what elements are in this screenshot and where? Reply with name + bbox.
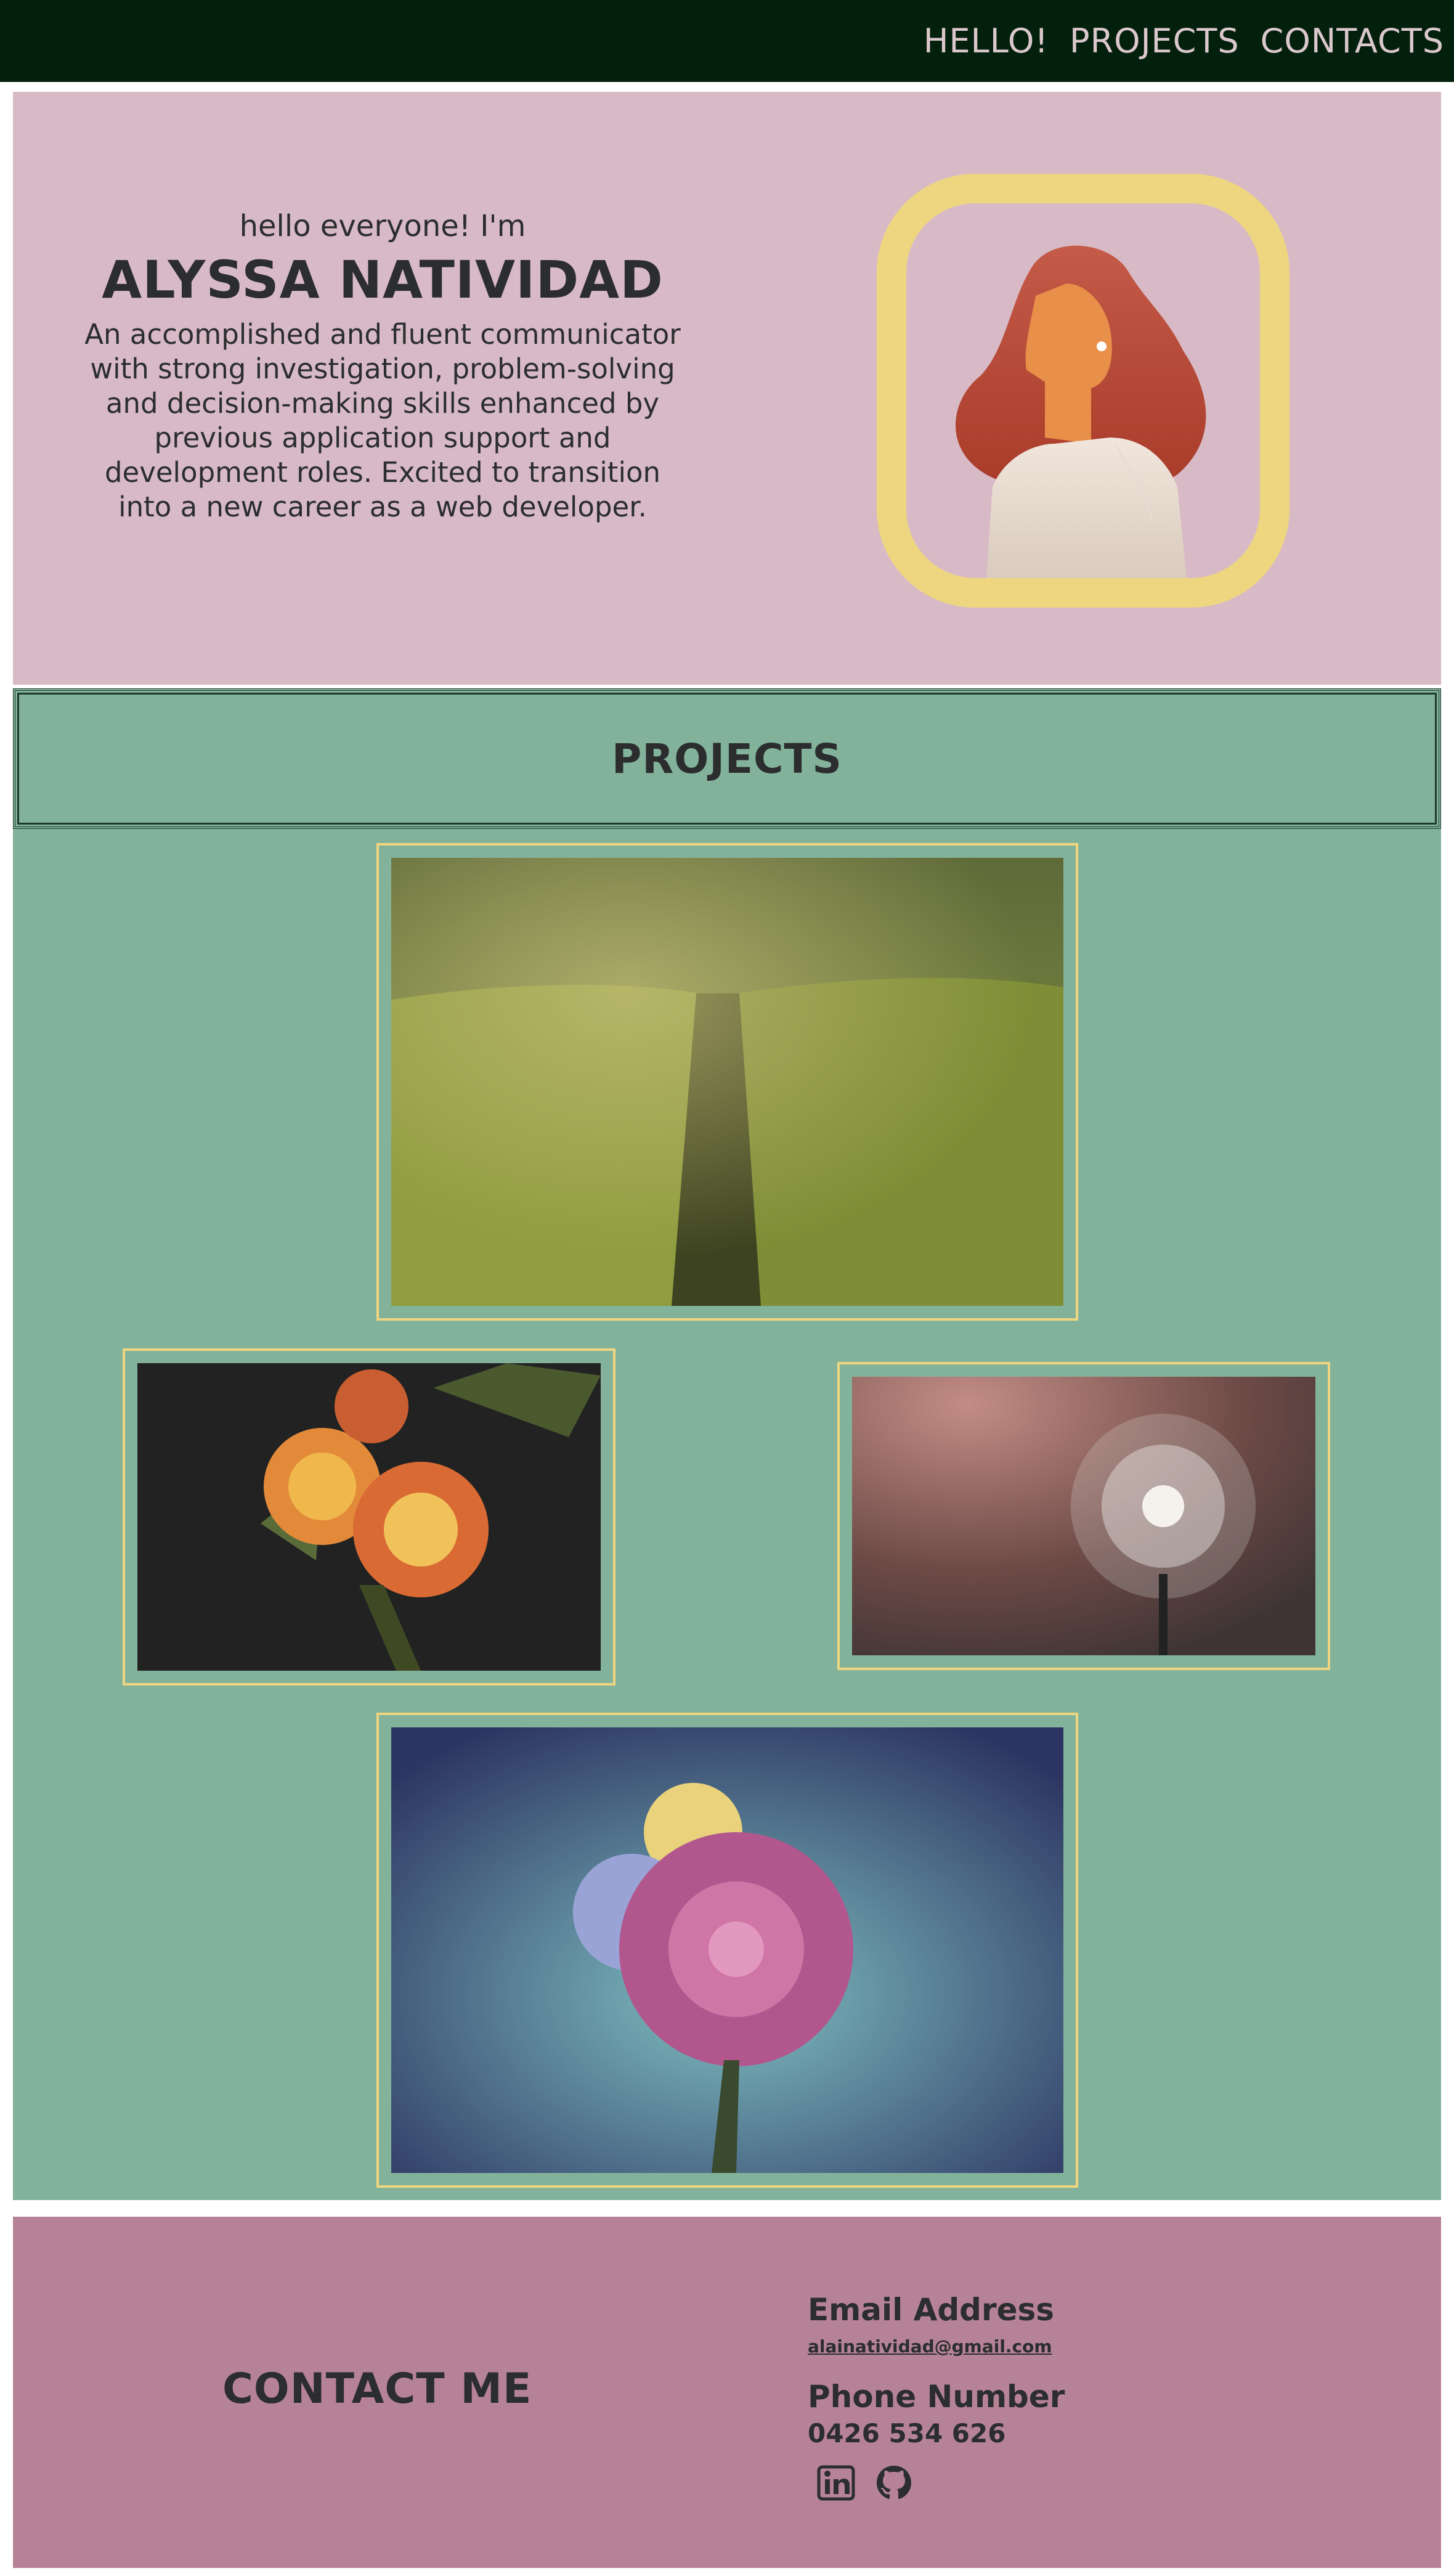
contact-info: Email Address alainatividad@gmail.com Ph… xyxy=(808,2292,1065,2503)
avatar-illustration-icon xyxy=(956,245,1206,578)
email-label: Email Address xyxy=(808,2292,1055,2328)
project-card-2[interactable] xyxy=(123,1348,615,1685)
hero-section: hello everyone! I'm ALYSSA NATIVIDAD An … xyxy=(13,92,1441,685)
phone-label: Phone Number xyxy=(808,2379,1065,2415)
email-link[interactable]: alainatividad@gmail.com xyxy=(808,2336,1065,2357)
phone-number: 0426 534 626 xyxy=(808,2418,1006,2448)
rainbow-rose-image-icon xyxy=(391,1727,1063,2173)
flower-field-image-icon xyxy=(391,858,1063,1306)
dandelion-image-icon xyxy=(852,1377,1315,1655)
projects-title: PROJECTS xyxy=(612,735,842,783)
nav-hello[interactable]: HELLO! xyxy=(924,22,1049,60)
project-card-1[interactable] xyxy=(376,843,1078,1321)
contact-title: CONTACT ME xyxy=(222,2365,532,2413)
hero-text: hello everyone! I'm ALYSSA NATIVIDAD An … xyxy=(81,209,684,524)
social-icons xyxy=(816,2463,1065,2503)
github-icon[interactable] xyxy=(874,2463,914,2503)
project-card-4[interactable] xyxy=(376,1713,1078,2188)
orange-roses-image-icon xyxy=(137,1363,601,1671)
project-card-3[interactable] xyxy=(837,1362,1330,1670)
hero-bio: An accomplished and fluent communicator … xyxy=(84,318,681,523)
nav-contacts[interactable]: CONTACTS xyxy=(1261,22,1444,60)
linkedin-icon[interactable] xyxy=(816,2463,856,2503)
top-nav: HELLO! PROJECTS CONTACTS xyxy=(0,0,1454,82)
greeting-text: hello everyone! I'm xyxy=(239,209,526,243)
avatar xyxy=(877,174,1290,608)
contact-section: CONTACT ME Email Address alainatividad@g… xyxy=(13,2217,1441,2568)
projects-header: PROJECTS xyxy=(13,688,1441,829)
hero-name: ALYSSA NATIVIDAD xyxy=(102,250,664,310)
nav-projects[interactable]: PROJECTS xyxy=(1070,22,1240,60)
